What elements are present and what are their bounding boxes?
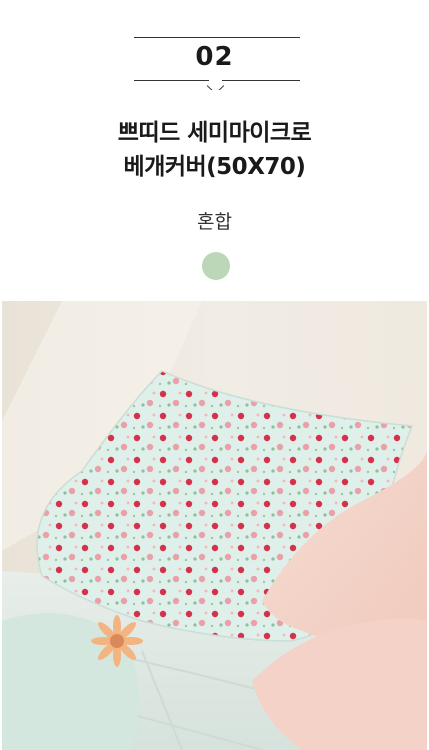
pillow-scene-image	[2, 301, 427, 750]
color-option-label: 혼합	[197, 211, 232, 233]
product-title-line1: 쁘띠드 세미마이크로	[117, 120, 312, 146]
divider-bottom-right	[222, 80, 300, 81]
section-number: 02	[195, 42, 234, 72]
color-swatch[interactable]	[202, 252, 230, 280]
product-title-line2: 베개커버(50X70)	[123, 154, 306, 180]
product-header: 02 쁘띠드 세미마이크로 베개커버(50X70) 혼합	[0, 0, 429, 300]
divider-bottom-left	[134, 80, 209, 81]
divider-notch-icon	[207, 80, 224, 90]
product-title: 쁘띠드 세미마이크로 베개커버(50X70)	[0, 116, 429, 184]
divider-top	[134, 37, 300, 38]
product-photo	[2, 301, 427, 750]
